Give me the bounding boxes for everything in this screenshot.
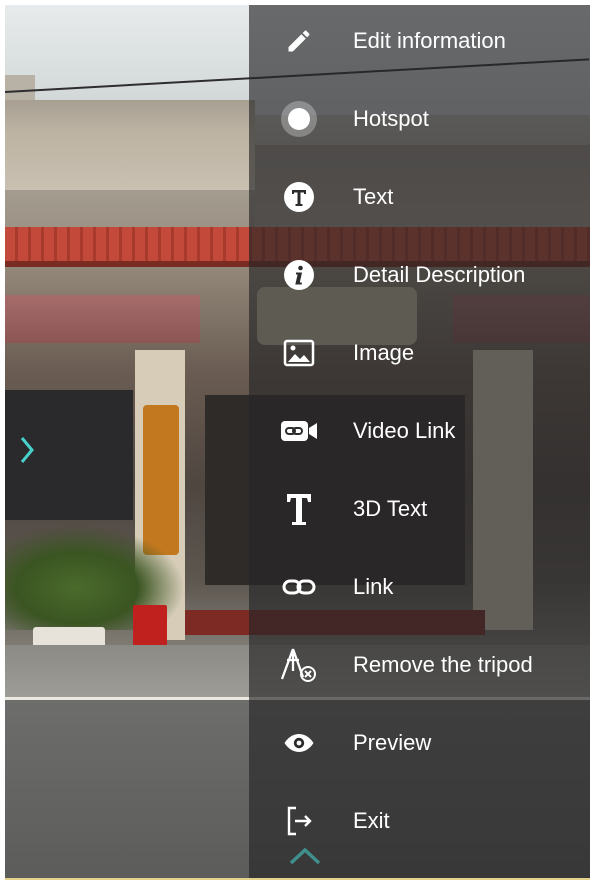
menu-item-detail-description[interactable]: Detail Description xyxy=(249,245,590,305)
exit-icon xyxy=(279,801,319,841)
menu-label: Edit information xyxy=(353,28,506,53)
menu-item-image[interactable]: Image xyxy=(249,323,590,383)
menu-label: Hotspot xyxy=(353,106,429,131)
menu-label: Preview xyxy=(353,730,432,755)
menu-label: Link xyxy=(353,574,394,599)
menu-label: Remove the tripod xyxy=(353,652,533,677)
eye-icon xyxy=(279,723,319,763)
chevron-up-icon[interactable] xyxy=(285,843,325,867)
pencil-icon xyxy=(279,21,319,61)
3d-text-icon xyxy=(279,489,319,529)
menu-label: 3D Text xyxy=(353,496,428,521)
info-circle-icon xyxy=(279,255,319,295)
image-icon xyxy=(279,333,319,373)
hotspot-icon xyxy=(279,99,319,139)
tripod-remove-icon xyxy=(279,645,319,685)
menu-item-preview[interactable]: Preview xyxy=(249,713,590,773)
menu-item-hotspot[interactable]: Hotspot xyxy=(249,89,590,149)
menu-item-3d-text[interactable]: 3D Text xyxy=(249,479,590,539)
menu-item-text[interactable]: Text xyxy=(249,167,590,227)
menu-item-edit-information[interactable]: Edit information xyxy=(249,11,590,71)
video-link-icon xyxy=(279,411,319,451)
menu-label: Image xyxy=(353,340,415,365)
panorama-viewer[interactable]: Edit information Hotspot Text Detail Des… xyxy=(5,5,590,880)
menu-item-link[interactable]: Link xyxy=(249,557,590,617)
menu-label: Text xyxy=(353,184,394,209)
menu-label: Video Link xyxy=(353,418,456,443)
chevron-right-icon[interactable] xyxy=(19,435,35,465)
menu-label: Exit xyxy=(353,808,390,833)
text-circle-icon xyxy=(279,177,319,217)
menu-item-remove-tripod[interactable]: Remove the tripod xyxy=(249,635,590,695)
menu-item-exit[interactable]: Exit xyxy=(249,791,590,851)
link-icon xyxy=(279,567,319,607)
menu-label: Detail Description xyxy=(353,262,526,287)
side-menu: Edit information Hotspot Text Detail Des… xyxy=(249,5,590,878)
menu-item-video-link[interactable]: Video Link xyxy=(249,401,590,461)
